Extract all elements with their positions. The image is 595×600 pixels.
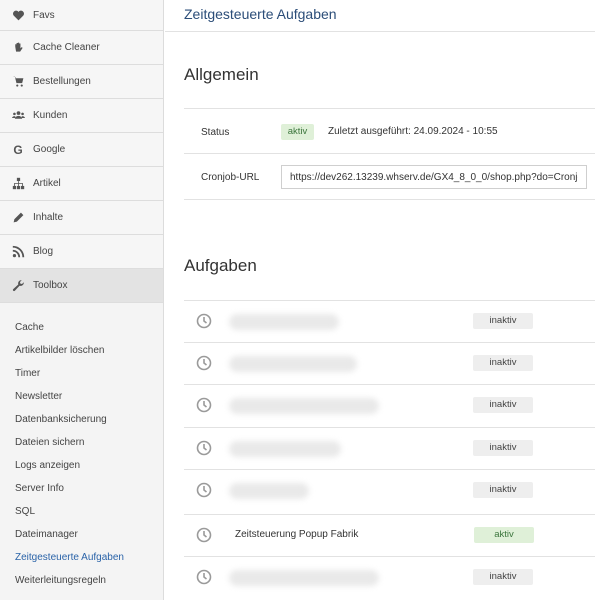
task-name-redacted — [229, 398, 379, 414]
status-label: Status — [201, 127, 230, 138]
task-row[interactable]: inaktiv — [184, 469, 595, 511]
clock-icon — [196, 482, 212, 498]
toolbox-submenu: Cache Artikelbilder löschen Timer Newsle… — [0, 303, 163, 592]
sidebar-item-bestellungen[interactable]: Bestellungen — [0, 65, 163, 99]
submenu-item-weiterleitungsregeln[interactable]: Weiterleitungsregeln — [0, 569, 163, 592]
submenu-item-server-info[interactable]: Server Info — [0, 477, 163, 500]
submenu-item-timer[interactable]: Timer — [0, 362, 163, 385]
page-title: Zeitgesteuerte Aufgaben — [184, 6, 337, 22]
submenu-item-sql[interactable]: SQL — [0, 500, 163, 523]
main-content: Zeitgesteuerte Aufgaben Allgemein Status… — [165, 0, 595, 600]
sidebar-item-artikel[interactable]: Artikel — [0, 167, 163, 201]
task-row[interactable]: inaktiv — [184, 427, 595, 469]
users-icon — [11, 109, 25, 123]
divider — [165, 31, 595, 32]
task-row[interactable]: inaktiv — [184, 384, 595, 426]
sidebar-item-label: Google — [33, 144, 66, 155]
sidebar-item-label: Bestellungen — [33, 76, 91, 87]
task-row[interactable]: Zeitsteuerung Popup Fabrik aktiv — [184, 514, 595, 556]
cart-icon — [11, 75, 25, 89]
divider — [184, 153, 595, 154]
status-badge: inaktiv — [473, 569, 533, 585]
status-badge: aktiv — [281, 124, 314, 140]
task-row[interactable]: inaktiv — [184, 342, 595, 384]
wrench-icon — [11, 279, 25, 293]
cronjob-url-field[interactable] — [281, 165, 587, 189]
status-badge: inaktiv — [473, 482, 533, 498]
sitemap-icon — [11, 177, 25, 191]
pencil-icon — [11, 211, 25, 225]
sidebar: Favs Cache Cleaner Bestellungen Kunden G… — [0, 0, 164, 600]
status-badge: inaktiv — [473, 355, 533, 371]
submenu-item-dateimanager[interactable]: Dateimanager — [0, 523, 163, 546]
google-icon: G — [13, 142, 23, 157]
divider — [184, 108, 595, 109]
sidebar-item-cache-cleaner[interactable]: Cache Cleaner — [0, 31, 163, 65]
sidebar-item-inhalte[interactable]: Inhalte — [0, 201, 163, 235]
cronjob-url-label: Cronjob-URL — [201, 172, 260, 183]
task-row[interactable]: inaktiv — [184, 300, 595, 342]
sidebar-item-label: Toolbox — [33, 280, 68, 291]
task-row[interactable]: inaktiv — [184, 556, 595, 598]
sidebar-item-kunden[interactable]: Kunden — [0, 99, 163, 133]
sidebar-item-label: Favs — [33, 9, 55, 21]
task-name-redacted — [229, 441, 341, 457]
submenu-item-logs-anzeigen[interactable]: Logs anzeigen — [0, 454, 163, 477]
submenu-item-artikelbilder-loeschen[interactable]: Artikelbilder löschen — [0, 339, 163, 362]
sidebar-item-label: Inhalte — [33, 212, 64, 223]
sidebar-item-google[interactable]: G Google — [0, 133, 163, 167]
feed-icon — [11, 245, 25, 259]
status-badge: inaktiv — [473, 397, 533, 413]
sidebar-item-favs[interactable]: Favs — [0, 0, 163, 31]
clock-icon — [196, 527, 212, 543]
section-heading-tasks: Aufgaben — [184, 256, 257, 275]
sidebar-item-label: Kunden — [33, 110, 68, 121]
section-heading-general: Allgemein — [184, 65, 259, 84]
task-name-redacted — [229, 570, 379, 586]
submenu-item-zeitgesteuerte-aufgaben[interactable]: Zeitgesteuerte Aufgaben — [0, 546, 163, 569]
divider — [184, 199, 595, 200]
clock-icon — [196, 397, 212, 413]
task-name-redacted — [229, 356, 357, 372]
status-badge: inaktiv — [473, 440, 533, 456]
last-run-text: Zuletzt ausgeführt: 24.09.2024 - 10:55 — [328, 126, 498, 137]
clock-icon — [196, 569, 212, 585]
sidebar-item-label: Blog — [33, 246, 54, 257]
status-badge: inaktiv — [473, 313, 533, 329]
submenu-item-newsletter[interactable]: Newsletter — [0, 385, 163, 408]
heart-icon — [11, 8, 25, 22]
sidebar-item-toolbox[interactable]: Toolbox — [0, 269, 163, 303]
task-name-redacted — [229, 314, 339, 330]
submenu-item-cache[interactable]: Cache — [0, 316, 163, 339]
status-badge: aktiv — [474, 527, 534, 543]
clock-icon — [196, 440, 212, 456]
submenu-item-datenbanksicherung[interactable]: Datenbanksicherung — [0, 408, 163, 431]
task-name-redacted — [229, 483, 309, 499]
task-name: Zeitsteuerung Popup Fabrik — [235, 529, 359, 540]
clock-icon — [196, 355, 212, 371]
sidebar-item-blog[interactable]: Blog — [0, 235, 163, 269]
clock-icon — [196, 313, 212, 329]
sidebar-item-label: Artikel — [33, 178, 61, 189]
submenu-item-dateien-sichern[interactable]: Dateien sichern — [0, 431, 163, 454]
hand-icon — [11, 41, 25, 55]
sidebar-item-label: Cache Cleaner — [33, 42, 100, 53]
